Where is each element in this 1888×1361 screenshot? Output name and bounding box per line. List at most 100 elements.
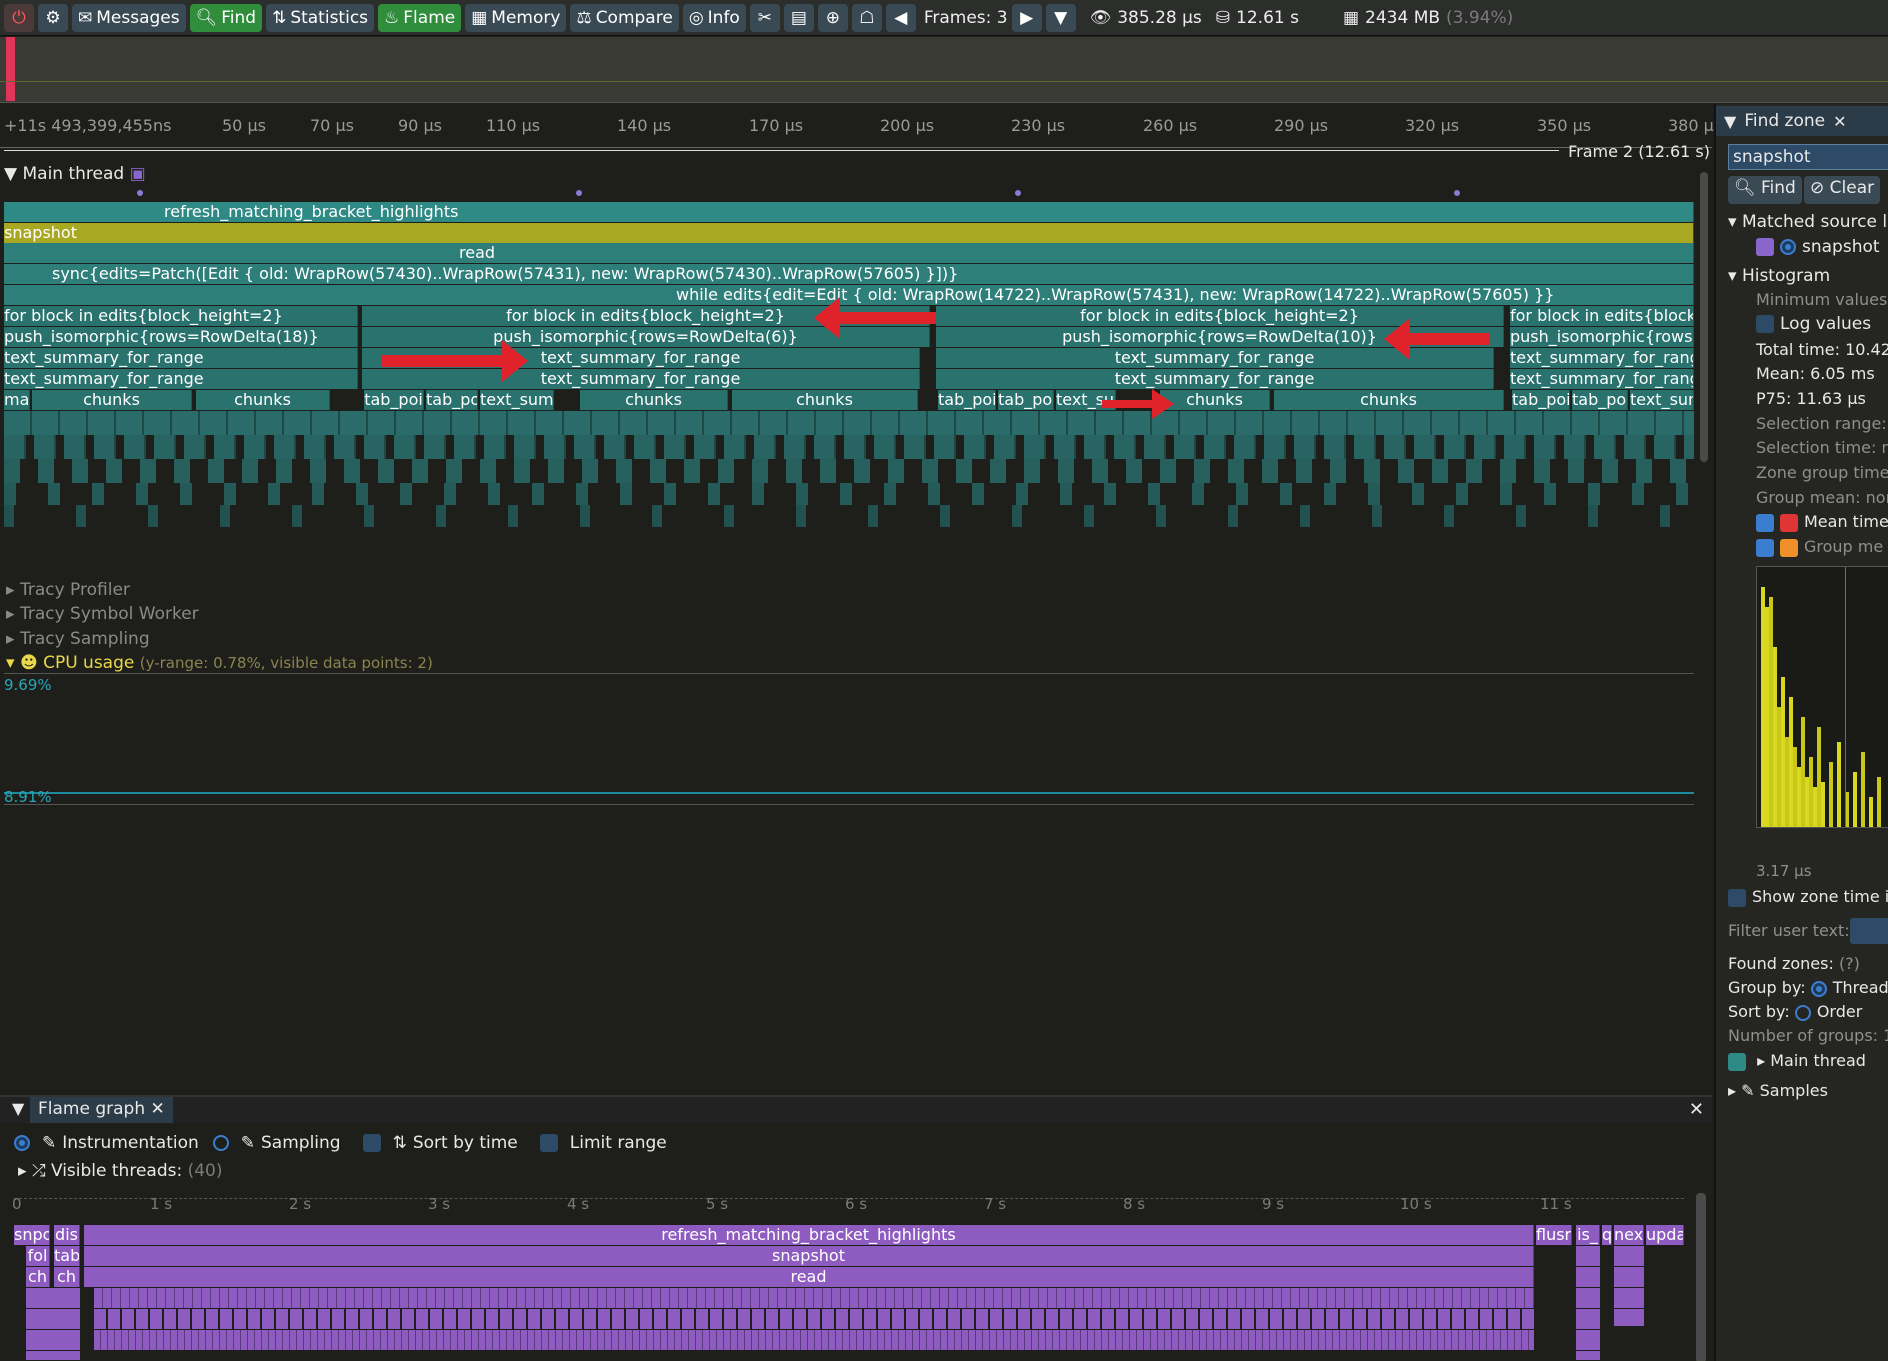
frames-dropdown-icon[interactable]: ▼ <box>1045 3 1076 32</box>
group-main-thread[interactable]: ▸ Main thread <box>1728 1051 1866 1071</box>
filter-user-input[interactable] <box>1850 918 1888 944</box>
flame-zone-read[interactable]: read <box>84 1267 1534 1287</box>
matched-item[interactable]: snapshot <box>1756 237 1880 257</box>
group-mean-toggle[interactable]: Group me <box>1756 537 1883 557</box>
matched-source-header[interactable]: ▾ Matched source l <box>1728 212 1887 232</box>
zone-for-block[interactable]: for block in edits{block_h <box>1510 306 1694 326</box>
histogram-header[interactable]: ▾ Histogram <box>1728 266 1830 286</box>
zone-text-summary[interactable]: text_summary_for_range <box>362 369 920 389</box>
zone-sync[interactable]: sync{edits=Patch([Edit { old: WrapRow(57… <box>4 264 1694 284</box>
flame-zone[interactable]: fol <box>26 1246 50 1266</box>
zone-text-summary[interactable]: text_summary_for_rang <box>1510 369 1694 389</box>
help-marker[interactable]: (?) <box>1839 954 1860 973</box>
mean-time-toggle[interactable]: Mean time <box>1756 512 1888 532</box>
zone-chunks[interactable]: chunks <box>732 390 918 410</box>
zone-for-block[interactable]: for block in edits{block_height=2} <box>936 306 1504 326</box>
flame-zone[interactable]: ch <box>54 1267 80 1287</box>
zone-text-summary[interactable]: text_summary_for_range <box>4 348 358 368</box>
memory-button[interactable]: ▦ Memory <box>465 3 567 32</box>
frame-overview[interactable] <box>0 37 1888 103</box>
zoom-icon[interactable]: ⊕ <box>817 3 848 32</box>
checkbox[interactable] <box>1728 888 1746 907</box>
gear-icon[interactable]: ⚙ <box>38 3 68 32</box>
timeline-scrollbar[interactable] <box>1700 172 1708 462</box>
histogram-plot[interactable] <box>1756 566 1888 828</box>
zone-tab-point[interactable]: tab_poi <box>1572 390 1628 410</box>
zone-tab-point[interactable]: tab_po <box>426 390 478 410</box>
flame-zone[interactable]: snpoi <box>14 1225 50 1245</box>
log-values-toggle[interactable]: Log values <box>1756 314 1871 334</box>
zone-tab-point[interactable]: tab_poi <box>938 390 996 410</box>
zone-depth-11[interactable] <box>4 435 1694 459</box>
flame-zone[interactable]: tab <box>54 1246 80 1266</box>
messages-button[interactable]: ✉ Messages <box>72 3 186 32</box>
find-button[interactable]: 🔍︎ Find <box>189 3 263 32</box>
tools-icon[interactable]: ✂ <box>749 3 780 32</box>
zone-text-summary[interactable]: text_sumr <box>480 390 554 410</box>
close-icon[interactable]: ✕ <box>151 1099 165 1119</box>
find-button[interactable]: 🔍︎ Find <box>1728 176 1802 204</box>
zone-text-summary[interactable]: text_summary_for_range <box>936 348 1494 368</box>
statistics-button[interactable]: ⇅ Statistics <box>266 3 375 32</box>
zone-chunks[interactable]: chunks <box>32 390 192 410</box>
flame-zone-refresh[interactable]: refresh_matching_bracket_highlights <box>84 1225 1534 1245</box>
collapse-icon[interactable]: ▼ <box>1724 112 1736 131</box>
flame-zone[interactable]: upda <box>1646 1225 1684 1245</box>
close-icon[interactable]: ✕ <box>1833 112 1846 131</box>
zone-push-isomorphic[interactable]: push_isomorphic{rows=RowDelta(6)} <box>362 327 930 347</box>
flame-graph-tab[interactable]: Flame graph ✕ <box>30 1097 173 1123</box>
zone-chunks[interactable]: chunks <box>1160 390 1270 410</box>
flame-zone[interactable]: dis <box>54 1225 80 1245</box>
flame-scrollbar[interactable] <box>1696 1193 1706 1361</box>
cpu-usage-header[interactable]: ▾ ☻ CPU usage (y-range: 0.78%, visible d… <box>6 653 433 673</box>
zone-depth-10[interactable] <box>4 411 1694 435</box>
zone-tab-point[interactable]: tab_poi <box>364 390 424 410</box>
next-frame-icon[interactable]: ▶ <box>1011 3 1042 32</box>
timeline-view[interactable]: ▼ Main thread ▣ refresh_matching_bracket… <box>0 160 1712 1095</box>
zone-text-summary[interactable]: text_summary_for_rang <box>1510 348 1694 368</box>
flame-depth-3[interactable] <box>94 1288 1534 1308</box>
zone-text-summary[interactable]: text_sumr <box>1630 390 1694 410</box>
limit-range-checkbox[interactable] <box>539 1134 558 1152</box>
flame-button[interactable]: ♨ Flame <box>378 3 462 32</box>
thread-tracy-profiler[interactable]: ▸ Tracy Profiler <box>6 580 130 600</box>
match-radio[interactable] <box>1780 239 1796 255</box>
flame-depth-5[interactable] <box>94 1330 1534 1350</box>
power-icon[interactable]: ⏻ <box>4 3 34 32</box>
flame-zone[interactable]: q <box>1602 1225 1612 1245</box>
checkbox-checked[interactable] <box>1756 538 1774 557</box>
zone-chunks[interactable]: chunks <box>580 390 728 410</box>
zone-snapshot[interactable]: snapshot <box>4 223 1694 243</box>
close-panel-icon[interactable]: ✕ <box>1689 1099 1704 1120</box>
zone-ma[interactable]: ma <box>4 390 30 410</box>
flame-side-stack[interactable] <box>26 1288 80 1360</box>
time-ruler[interactable]: +11s 493,399,455ns 50 µs 70 µs 90 µs 110… <box>0 104 1714 161</box>
samples-header[interactable]: ▸ ✎ Samples <box>1728 1081 1828 1100</box>
flame-side-stack[interactable] <box>1576 1246 1600 1360</box>
flame-zone[interactable]: nex <box>1614 1225 1644 1245</box>
instrumentation-radio[interactable] <box>14 1135 30 1151</box>
zone-text-summary[interactable]: text_summary_for_range <box>4 369 358 389</box>
thread-tracy-sampling[interactable]: ▸ Tracy Sampling <box>6 629 150 649</box>
compare-button[interactable]: ⚖ Compare <box>570 3 679 32</box>
info-button[interactable]: ◎ Info <box>682 3 746 32</box>
flame-depth-4[interactable] <box>94 1309 1534 1329</box>
flame-zone[interactable]: ch <box>26 1267 50 1287</box>
flame-side-stack[interactable] <box>1614 1246 1644 1326</box>
zone-depth-12[interactable] <box>4 459 1694 483</box>
clear-button[interactable]: ⊘ Clear <box>1804 176 1881 204</box>
notes-icon[interactable]: ▤ <box>783 3 814 32</box>
show-zone-time-toggle[interactable]: Show zone time in <box>1728 887 1888 907</box>
zone-depth-13[interactable] <box>4 483 1694 505</box>
thread-tracy-symbol-worker[interactable]: ▸ Tracy Symbol Worker <box>6 604 199 624</box>
zone-chunks[interactable]: chunks <box>1274 390 1504 410</box>
find-zone-input[interactable]: snapshot <box>1728 144 1888 170</box>
zone-tab-point[interactable]: tab_poi <box>1512 390 1570 410</box>
sampling-radio[interactable] <box>212 1135 229 1151</box>
zone-depth-14[interactable] <box>4 505 1694 527</box>
radio[interactable] <box>1794 1004 1811 1021</box>
zone-while-edits[interactable]: while edits{edit=Edit { old: WrapRow(147… <box>4 285 1694 305</box>
zone-tab-point[interactable]: tab_poi <box>998 390 1054 410</box>
main-thread-header[interactable]: ▼ Main thread ▣ <box>4 164 146 184</box>
zone-push-isomorphic[interactable]: push_isomorphic{rows=R <box>1510 327 1694 347</box>
